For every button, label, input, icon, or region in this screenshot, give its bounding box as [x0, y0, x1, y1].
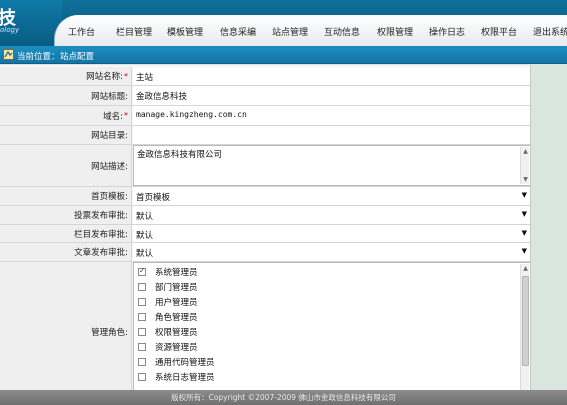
checkbox[interactable]	[138, 328, 146, 336]
row-admin-roles: 管理角色: 系统管理员 部门管理员 用户管理员	[0, 262, 530, 390]
checkbox[interactable]	[138, 373, 146, 381]
site-title-input[interactable]: 金政信息科技	[133, 86, 530, 105]
chevron-down-icon[interactable]: ▼	[522, 210, 527, 218]
footer: 版权所有：Copyright ©2007-2009 佛山市金政信息科技有限公司	[0, 390, 567, 405]
row-site-desc: 网站描述: 金政信息科技有限公司 ▲ ▼	[0, 145, 530, 187]
required-mark: *	[124, 71, 128, 81]
location-label: 当前位置：	[17, 52, 60, 62]
site-desc-label: 网站描述:	[0, 145, 132, 186]
row-domain: 域名: * manage.kingzheng.com.cn	[0, 106, 530, 126]
nav-item-template-management[interactable]: 模板管理	[167, 25, 203, 38]
domain-input[interactable]: manage.kingzheng.com.cn	[133, 106, 530, 125]
nav-item-workbench[interactable]: 工作台	[68, 25, 95, 38]
header: 技 ology 工作台 栏目管理 模板管理 信息采编 站点管理 互动信息 权限管…	[0, 0, 567, 46]
location-icon	[3, 49, 14, 60]
site-name-label: 网站名称: *	[0, 67, 132, 85]
row-article-approval: 文章发布审批: 默认 ▼	[0, 243, 530, 262]
site-title-label: 网站标题:	[0, 86, 132, 105]
role-option[interactable]: 系统管理员	[138, 266, 198, 278]
role-option[interactable]: 资源管理员	[138, 341, 198, 353]
location-value: 站点配置	[60, 52, 95, 62]
required-mark: *	[124, 111, 128, 120]
row-site-name: 网站名称: * 主站	[0, 67, 530, 86]
checkbox[interactable]	[138, 298, 146, 306]
scrollbar-thumb[interactable]	[522, 276, 529, 366]
home-template-select[interactable]: 首页模板 ▼	[133, 187, 530, 205]
checkbox[interactable]	[138, 358, 146, 366]
article-approval-value: 默认	[136, 249, 154, 259]
nav-item-site-management[interactable]: 站点管理	[272, 25, 308, 38]
admin-roles-label: 管理角色:	[0, 262, 132, 390]
vote-approval-label: 投票发布审批:	[0, 206, 132, 224]
scroll-down-icon[interactable]: ▼	[522, 176, 529, 183]
nav-item-permission-platform[interactable]: 权限平台	[481, 25, 517, 38]
row-site-dir: 网站目录:	[0, 126, 530, 145]
site-desc-textarea[interactable]: 金政信息科技有限公司 ▲ ▼	[133, 145, 530, 186]
roles-scrollbar[interactable]: ▲ ▼	[520, 264, 529, 390]
domain-label: 域名: *	[0, 106, 132, 125]
role-option[interactable]: 角色管理员	[138, 311, 198, 323]
row-column-approval: 栏目发布审批: 默认 ▼	[0, 225, 530, 243]
home-template-value: 首页模板	[136, 193, 171, 203]
site-name-value: 主站	[136, 73, 154, 83]
home-template-label: 首页模板:	[0, 187, 132, 205]
site-title-value: 金政信息科技	[136, 92, 188, 102]
nav-item-logout[interactable]: 退出系统	[533, 25, 567, 38]
row-site-title: 网站标题: 金政信息科技	[0, 86, 530, 106]
site-dir-label: 网站目录:	[0, 126, 132, 144]
role-option[interactable]: 权限管理员	[138, 326, 198, 338]
app-window: 技 ology 工作台 栏目管理 模板管理 信息采编 站点管理 互动信息 权限管…	[0, 0, 567, 405]
checkbox[interactable]	[138, 343, 146, 351]
chevron-down-icon[interactable]: ▼	[522, 247, 527, 255]
article-approval-select[interactable]: 默认 ▼	[133, 243, 530, 261]
column-approval-select[interactable]: 默认 ▼	[133, 225, 530, 242]
article-approval-label: 文章发布审批:	[0, 243, 132, 261]
vote-approval-value: 默认	[136, 212, 154, 222]
nav-item-permission-management[interactable]: 权限管理	[377, 25, 413, 38]
logo-subtext: ology	[0, 26, 20, 34]
scroll-up-icon[interactable]: ▲	[522, 148, 529, 155]
column-approval-label: 栏目发布审批:	[0, 225, 132, 242]
chevron-down-icon[interactable]: ▼	[522, 229, 527, 237]
checkbox[interactable]	[138, 313, 146, 321]
role-option[interactable]: 部门管理员	[138, 281, 198, 293]
site-config-form: 网站名称: * 主站 网站标题: 金政信息科技 域名: * manage.kingz…	[0, 65, 531, 390]
site-desc-value: 金政信息科技有限公司	[137, 150, 223, 160]
checkbox[interactable]	[138, 283, 146, 291]
site-name-input[interactable]: 主站	[133, 67, 530, 85]
vote-approval-select[interactable]: 默认 ▼	[133, 206, 530, 224]
logo: 技 ology	[0, 0, 62, 46]
chevron-down-icon[interactable]: ▼	[522, 191, 527, 199]
row-home-template: 首页模板: 首页模板 ▼	[0, 187, 530, 206]
row-vote-approval: 投票发布审批: 默认 ▼	[0, 206, 530, 225]
role-option[interactable]: 通用代码管理员	[138, 356, 215, 368]
checkbox[interactable]	[138, 266, 146, 276]
domain-value: manage.kingzheng.com.cn	[136, 110, 247, 119]
textarea-scrollbar[interactable]: ▲ ▼	[520, 147, 529, 184]
nav-item-column-management[interactable]: 栏目管理	[116, 25, 152, 38]
nav-item-interactive-info[interactable]: 互动信息	[324, 25, 360, 38]
column-approval-value: 默认	[136, 231, 154, 241]
nav-item-info-editing[interactable]: 信息采编	[220, 25, 256, 38]
nav-item-operation-log[interactable]: 操作日志	[429, 25, 465, 38]
location-bar: 当前位置： 站点配置	[0, 46, 567, 64]
role-option[interactable]: 用户管理员	[138, 296, 198, 308]
site-dir-input[interactable]	[133, 126, 530, 144]
admin-roles-list: 系统管理员 部门管理员 用户管理员 角色管理员	[133, 262, 530, 390]
role-option[interactable]: 系统日志管理员	[138, 371, 215, 383]
top-nav: 工作台 栏目管理 模板管理 信息采编 站点管理 互动信息 权限管理 操作日志 权…	[54, 15, 567, 46]
scroll-up-icon[interactable]: ▲	[522, 265, 529, 272]
